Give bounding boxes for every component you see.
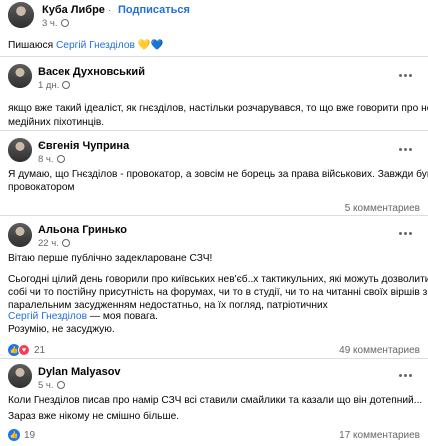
divider [0,130,428,131]
comment-text-line: медійних піхотинців. [8,117,105,128]
comment-time[interactable]: 1 дн. [38,80,71,91]
avatar[interactable] [8,223,32,247]
comment-text-line: Коли Гнезділов писав про намір СЗЧ всі с… [8,395,423,406]
globe-icon [62,81,71,90]
globe-icon [60,19,69,28]
globe-icon [56,381,65,390]
follow-button[interactable]: Подписаться [118,4,190,16]
comment-text-line: провокатором [8,182,75,193]
post-separator: · [108,5,112,16]
divider [0,215,428,216]
comment-count-link[interactable]: 17 комментариев [339,430,420,441]
more-options-icon[interactable] [398,230,412,236]
heart-emoji: 💛💙 [137,40,164,51]
comment-author[interactable]: Dylan Malyasov [38,366,121,378]
comment-count-link[interactable]: 49 комментариев [339,345,420,356]
post-text: Пишаюся Сергій Гнезділов 💛💙 [8,40,164,51]
post-mention-link[interactable]: Сергій Гнезділов [56,40,135,51]
comment-author[interactable]: Альона Гринько [38,224,127,236]
globe-icon [61,239,70,248]
avatar[interactable] [8,138,32,162]
comment-text-line: Зараз вже нікому не смішно більше. [8,411,180,422]
comment-time[interactable]: 8 ч. [38,154,65,165]
comment-count-link[interactable]: 5 комментариев [345,203,420,214]
comment-text-line: Розумію, не засуджую. [8,324,115,335]
page-avatar[interactable] [8,2,34,28]
avatar[interactable] [8,364,32,388]
comment-author[interactable]: Євгенія Чуприна [38,140,129,152]
more-options-icon[interactable] [398,146,412,152]
comment-text-line: Вітаю перше публічно задеклароване СЗЧ! [8,253,213,264]
more-options-icon[interactable] [398,72,412,78]
comment-text-line: якщо вже такий ідеаліст, як гнєзділов, н… [8,103,428,114]
comment-mention-link[interactable]: Сергій Гнезділов [8,311,87,322]
globe-icon [56,155,65,164]
comment-author[interactable]: Васек Духновський [38,66,145,78]
divider [0,358,428,359]
reaction-summary[interactable]: 👍 19 [8,429,35,441]
post-author[interactable]: Куба Либре [42,4,105,16]
heart-icon: ♥ [18,344,30,356]
like-icon: 👍 [8,429,20,441]
comment-time[interactable]: 5 ч. [38,380,65,391]
post-time[interactable]: 3 ч. [42,18,69,29]
avatar[interactable] [8,64,32,88]
divider [0,56,428,57]
reaction-summary[interactable]: 👍 ♥ 21 [8,344,45,356]
comment-time[interactable]: 22 ч. [38,238,70,249]
more-options-icon[interactable] [398,372,412,378]
